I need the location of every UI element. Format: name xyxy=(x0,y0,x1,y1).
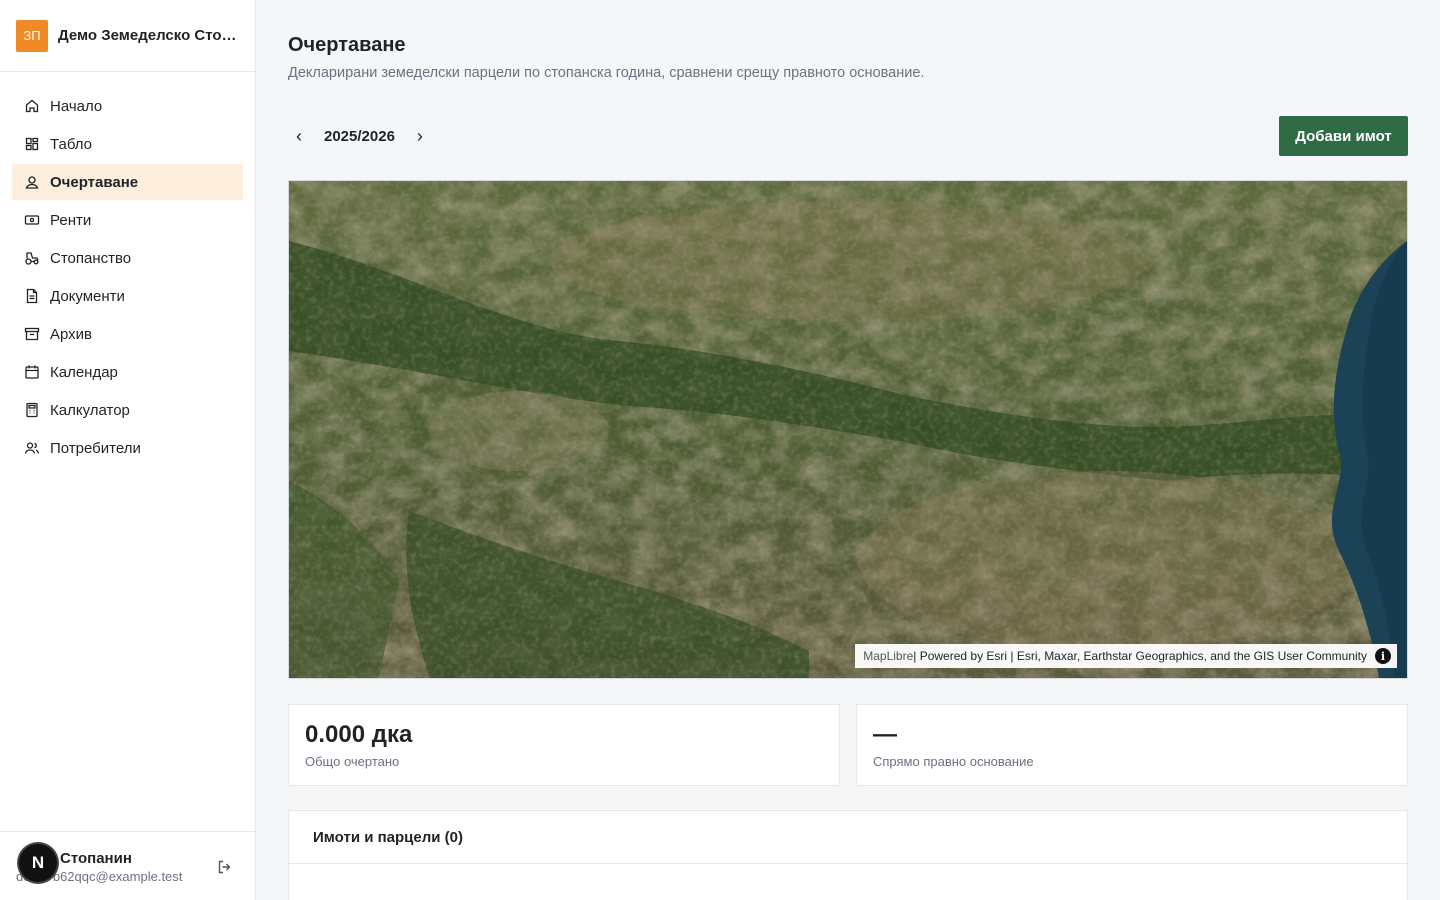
brand-name: Демо Земеделско Стопанство xyxy=(58,27,238,44)
season-next-button[interactable]: › xyxy=(409,120,431,152)
page-title: Очертаване xyxy=(288,34,406,56)
map-attribution: MapLibre | Powered by Esri | Esri, Maxar… xyxy=(855,644,1397,668)
main-content: Очертаване Декларирани земеделски парцел… xyxy=(256,0,1440,900)
home-icon xyxy=(24,98,40,114)
season-prev-button[interactable]: ‹ xyxy=(288,120,310,152)
stat-label: Спрямо правно основание xyxy=(873,754,1034,769)
sidebar-item-label: Стопанство xyxy=(50,249,132,267)
document-icon xyxy=(24,288,40,304)
sidebar-item-label: Потребители xyxy=(50,439,141,457)
stat-value: — xyxy=(873,721,897,748)
sidebar-item-label: Табло xyxy=(50,135,93,153)
sidebar-item-label: Архив xyxy=(50,325,93,343)
stat-label: Общо очертано xyxy=(305,754,400,769)
sidebar-item-dashboard[interactable]: Табло xyxy=(12,126,243,162)
sidebar-item-rents[interactable]: Ренти xyxy=(12,202,243,238)
sidebar-item-label: Календар xyxy=(50,363,118,381)
sidebar-item-outlining[interactable]: Очертаване xyxy=(12,164,243,200)
properties-panel: Имоти и парцели (0) xyxy=(288,810,1408,900)
sidebar-item-documents[interactable]: Документи xyxy=(12,278,243,314)
properties-panel-title: Имоти и парцели (0) xyxy=(289,811,1407,864)
calculator-icon xyxy=(24,402,40,418)
map-pin-icon xyxy=(24,174,40,190)
attribution-info-icon[interactable]: i xyxy=(1375,648,1391,664)
satellite-imagery xyxy=(289,181,1407,678)
season-switcher: ‹ 2025/2026 › xyxy=(288,120,431,152)
users-icon xyxy=(24,440,40,456)
tractor-icon xyxy=(24,250,40,266)
sidebar-item-label: Калкулатор xyxy=(50,401,130,419)
add-property-button[interactable]: Добави имот xyxy=(1279,116,1408,156)
sidebar-nav: Начало Табло Очертаване Ренти Стопанство xyxy=(0,72,255,466)
sidebar-item-calendar[interactable]: Календар xyxy=(12,354,243,390)
logout-icon xyxy=(218,860,231,874)
sidebar-item-label: Начало xyxy=(50,97,103,115)
archive-icon xyxy=(24,326,40,342)
sidebar-item-label: Документи xyxy=(50,287,125,305)
sidebar-item-label: Очертаване xyxy=(50,173,139,191)
sidebar-item-archive[interactable]: Архив xyxy=(12,316,243,352)
attribution-text: | Powered by Esri | Esri, Maxar, Earthst… xyxy=(913,649,1367,663)
brand-logo: ЗП xyxy=(16,19,48,52)
sidebar-item-home[interactable]: Начало xyxy=(12,88,243,124)
satellite-map[interactable]: MapLibre | Powered by Esri | Esri, Maxar… xyxy=(288,180,1408,679)
user-name: Стопанин xyxy=(60,850,132,867)
stat-legal-basis: — Спрямо правно основание xyxy=(856,704,1408,786)
dev-tools-badge[interactable]: N xyxy=(19,844,57,882)
logout-button[interactable] xyxy=(216,858,234,876)
page-subtitle: Декларирани земеделски парцели по стопан… xyxy=(288,65,925,81)
sidebar-item-calculator[interactable]: Калкулатор xyxy=(12,392,243,428)
sidebar-item-users[interactable]: Потребители xyxy=(12,430,243,466)
maplibre-link[interactable]: MapLibre xyxy=(863,649,913,663)
calendar-icon xyxy=(24,364,40,380)
season-label: 2025/2026 xyxy=(324,127,395,145)
sidebar: ЗП Демо Земеделско Стопанство Начало Таб… xyxy=(0,0,256,900)
stat-value: 0.000 дка xyxy=(305,721,413,748)
banknote-icon xyxy=(24,212,40,228)
dashboard-icon xyxy=(24,136,40,152)
brand[interactable]: ЗП Демо Земеделско Стопанство xyxy=(0,0,255,72)
sidebar-item-label: Ренти xyxy=(50,211,92,229)
stat-total-outlined: 0.000 дка Общо очертано xyxy=(288,704,840,786)
sidebar-item-farm[interactable]: Стопанство xyxy=(12,240,243,276)
user-panel: Стопанин demo-b62qqc@example.test N xyxy=(0,831,255,900)
